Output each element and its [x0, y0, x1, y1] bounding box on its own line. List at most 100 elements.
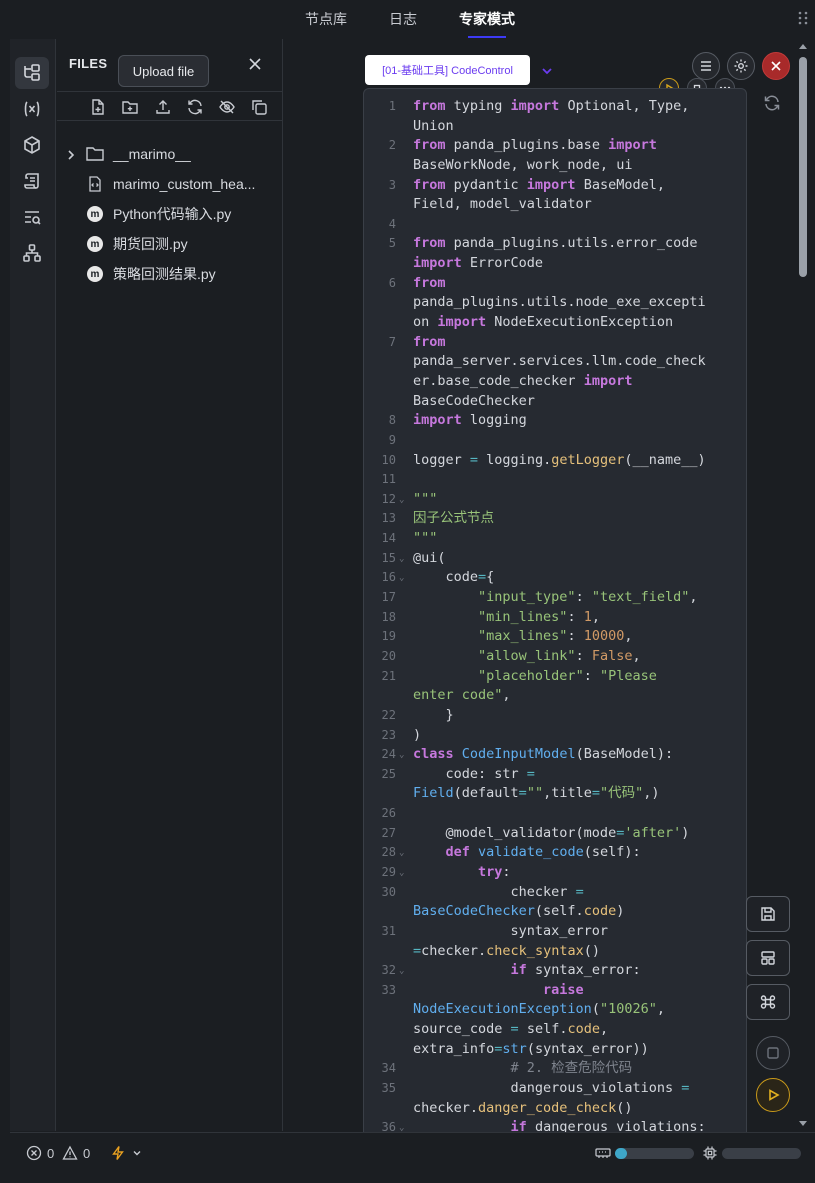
code-line[interactable]: 22 } — [364, 706, 746, 726]
code-line[interactable]: er.base_code_checker import — [364, 372, 746, 392]
code-line[interactable]: 1 from typing import Optional, Type, — [364, 97, 746, 117]
code-line[interactable]: 28 ⌄ def validate_code(self): — [364, 843, 746, 864]
hide-icon[interactable] — [218, 98, 236, 116]
chevron-down-icon[interactable] — [540, 64, 554, 78]
fold-chevron-icon[interactable]: ⌄ — [399, 550, 404, 570]
warning-count[interactable]: 0 — [62, 1145, 90, 1161]
layout-icon[interactable] — [746, 940, 790, 976]
dependency-graph-icon[interactable] — [15, 237, 49, 269]
menu-icon[interactable] — [692, 52, 720, 80]
code-line[interactable]: 33 raise — [364, 981, 746, 1001]
code-line[interactable]: on import NodeExecutionException — [364, 313, 746, 333]
error-count[interactable]: 0 — [26, 1145, 54, 1161]
code-line[interactable]: 23) — [364, 726, 746, 746]
code-line[interactable]: BaseCodeChecker(self.code) — [364, 902, 746, 922]
stop-all-icon[interactable] — [756, 1036, 790, 1070]
code-line[interactable]: 8 import logging — [364, 411, 746, 431]
variables-icon[interactable] — [15, 93, 49, 125]
code-line[interactable]: 17 "input_type": "text_field", — [364, 588, 746, 608]
code-line[interactable]: 16 ⌄ code={ — [364, 568, 746, 589]
file-tree-item[interactable]: m 策略回测结果.py — [57, 260, 283, 288]
code-line[interactable]: 3 from pydantic import BaseModel, — [364, 176, 746, 196]
code-line[interactable]: panda_server.services.llm.code_check — [364, 352, 746, 372]
code-line[interactable]: 7 from — [364, 333, 746, 353]
file-tree-item[interactable]: marimo_custom_hea... — [57, 170, 283, 198]
code-line[interactable]: 12 ⌄ """ — [364, 490, 746, 511]
code-line[interactable]: 2 from panda_plugins.base import — [364, 136, 746, 156]
code-line[interactable]: 32 ⌄ if syntax_error: — [364, 961, 746, 982]
close-icon[interactable] — [762, 52, 790, 80]
runtime-mode-button[interactable] — [110, 1145, 142, 1161]
code-line[interactable]: panda_plugins.utils.node_exe_excepti — [364, 293, 746, 313]
tab-expert-mode[interactable]: 专家模式 — [459, 9, 515, 29]
code-line[interactable]: 13 因子公式节点 — [364, 509, 746, 529]
fold-chevron-icon[interactable]: ⌄ — [399, 864, 404, 884]
code-line[interactable]: 35 dangerous_violations = — [364, 1079, 746, 1099]
file-tree-item-folder[interactable]: __marimo__ — [57, 140, 283, 168]
new-folder-icon[interactable] — [121, 98, 139, 116]
fold-chevron-icon[interactable]: ⌄ — [399, 569, 404, 589]
scrollbar-thumb[interactable] — [799, 57, 807, 277]
code-line[interactable]: source_code = self.code, — [364, 1020, 746, 1040]
gear-icon[interactable] — [727, 52, 755, 80]
tab-logs[interactable]: 日志 — [389, 9, 417, 29]
code-line[interactable]: 27 @model_validator(mode='after') — [364, 824, 746, 844]
file-tree-item[interactable]: m Python代码输入.py — [57, 200, 283, 228]
search-list-icon[interactable] — [15, 201, 49, 233]
code-line[interactable]: 24 ⌄ class CodeInputModel(BaseModel): — [364, 745, 746, 766]
code-line[interactable]: 10 logger = logging.getLogger(__name__) — [364, 451, 746, 471]
code-line[interactable]: 15 ⌄ @ui( — [364, 549, 746, 570]
code-line[interactable]: 5 from panda_plugins.utils.error_code — [364, 234, 746, 254]
fold-chevron-icon[interactable]: ⌄ — [399, 491, 404, 511]
code-line[interactable]: 30 checker = — [364, 883, 746, 903]
code-line[interactable]: BaseWorkNode, work_node, ui — [364, 156, 746, 176]
code-line[interactable]: 21 "placeholder": "Please — [364, 667, 746, 687]
fold-chevron-icon[interactable]: ⌄ — [399, 746, 404, 766]
code-line[interactable]: 18 "min_lines": 1, — [364, 608, 746, 628]
code-line[interactable]: Field(default="",title="代码",) — [364, 784, 746, 804]
file-explorer-icon[interactable] — [15, 57, 49, 89]
code-editor[interactable]: 1 from typing import Optional, Type, Union… — [363, 88, 747, 1138]
code-line[interactable]: 9 — [364, 431, 746, 451]
code-line[interactable]: 19 "max_lines": 10000, — [364, 627, 746, 647]
code-line[interactable]: NodeExecutionException("10026", — [364, 1000, 746, 1020]
fold-chevron-icon[interactable]: ⌄ — [399, 844, 404, 864]
code-line[interactable]: =checker.check_syntax() — [364, 942, 746, 962]
file-tree-item[interactable]: m 期货回测.py — [57, 230, 283, 258]
code-line[interactable]: 14 """ — [364, 529, 746, 549]
code-line[interactable]: 34 # 2. 检查危险代码 — [364, 1059, 746, 1079]
refresh-icon[interactable] — [186, 98, 204, 116]
close-panel-icon[interactable] — [247, 56, 263, 72]
code-line[interactable]: Field, model_validator — [364, 195, 746, 215]
code-line[interactable]: 11 — [364, 470, 746, 490]
collapse-all-icon[interactable] — [250, 98, 268, 116]
code-line[interactable]: 29 ⌄ try: — [364, 863, 746, 884]
upload-icon[interactable] — [154, 98, 172, 116]
code-line[interactable]: 20 "allow_link": False, — [364, 647, 746, 667]
code-line[interactable]: Union — [364, 117, 746, 137]
run-all-icon[interactable] — [756, 1078, 790, 1112]
code-line[interactable]: 31 syntax_error — [364, 922, 746, 942]
code-line[interactable]: 26 — [364, 804, 746, 824]
tab-node-library[interactable]: 节点库 — [305, 9, 347, 29]
code-line[interactable]: enter code", — [364, 686, 746, 706]
scroll-outline-icon[interactable] — [15, 165, 49, 197]
code-line[interactable]: checker.danger_code_check() — [364, 1099, 746, 1119]
packages-icon[interactable] — [15, 129, 49, 161]
code-line[interactable]: 6 from — [364, 274, 746, 294]
scroll-down-icon[interactable] — [799, 1121, 807, 1127]
code-line[interactable]: extra_info=str(syntax_error)) — [364, 1040, 746, 1060]
code-line[interactable]: import ErrorCode — [364, 254, 746, 274]
code-line[interactable]: 4 — [364, 215, 746, 235]
scrollbar[interactable] — [796, 39, 810, 1131]
scroll-up-icon[interactable] — [799, 43, 807, 49]
cell-name-tag[interactable]: [01-基础工具] CodeControl — [365, 55, 530, 85]
save-icon[interactable] — [746, 896, 790, 932]
sync-icon[interactable] — [762, 93, 782, 113]
code-line[interactable]: 25 code: str = — [364, 765, 746, 785]
new-file-icon[interactable] — [89, 98, 107, 116]
code-content[interactable]: 1 from typing import Optional, Type, Union… — [364, 97, 746, 1137]
chevron-right-icon[interactable] — [65, 148, 77, 160]
fold-chevron-icon[interactable]: ⌄ — [399, 962, 404, 982]
code-line[interactable]: BaseCodeChecker — [364, 392, 746, 412]
